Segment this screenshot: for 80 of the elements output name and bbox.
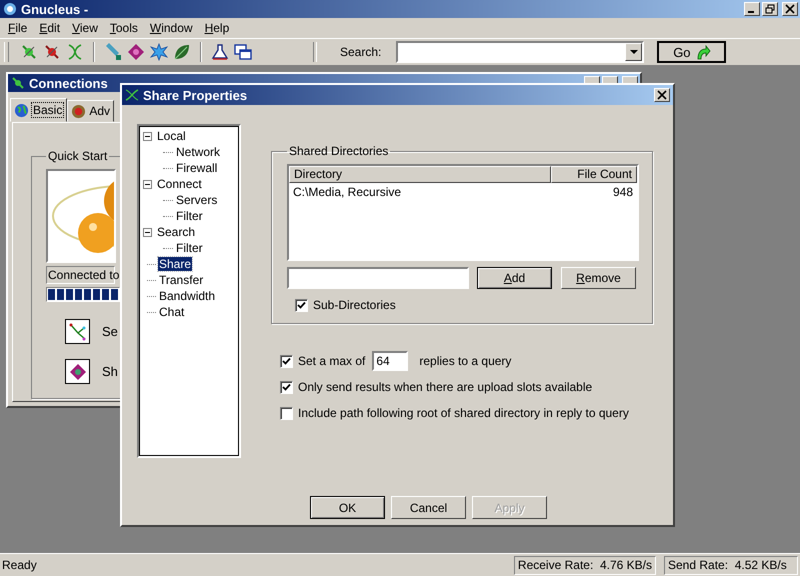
close-button[interactable] (782, 2, 798, 16)
action-label: Sh (102, 364, 118, 379)
menu-item[interactable]: Window (144, 21, 199, 35)
collapse-icon[interactable] (143, 132, 152, 140)
tree-item[interactable]: Bandwidth (158, 289, 216, 303)
crossed-molecule-icon[interactable] (43, 43, 61, 61)
dialog-button[interactable]: OK (310, 496, 385, 519)
checkbox[interactable] (280, 406, 293, 420)
dna-icon (125, 88, 139, 102)
app-icon (3, 2, 17, 16)
column-header[interactable]: File Count (551, 166, 637, 183)
collapse-icon[interactable] (143, 180, 152, 188)
tree-item[interactable]: Search (156, 225, 196, 239)
group-title: Quick Start (47, 149, 108, 163)
flask-icon[interactable] (211, 43, 229, 61)
group-title: Shared Directories (288, 144, 390, 158)
checkbox-label: Include path following root of shared directory in reply to query (298, 406, 629, 420)
checkbox[interactable] (295, 298, 308, 312)
restore-button[interactable] (762, 2, 778, 16)
checkbox[interactable] (280, 354, 293, 368)
tree-item[interactable]: Servers (175, 193, 218, 207)
go-button[interactable]: Go (657, 41, 726, 63)
restore-icon (765, 4, 775, 14)
curved-arrow-icon (694, 44, 711, 60)
dialog-title: Share Properties (143, 88, 248, 102)
molecule-icon (11, 76, 25, 90)
max-replies-field[interactable]: 64 (372, 351, 408, 371)
status-panel: Receive Rate: 4.76 KB/s (514, 556, 656, 574)
tree-item[interactable]: Transfer (158, 273, 204, 287)
menu-item[interactable]: File (2, 21, 34, 35)
target-icon (71, 104, 86, 118)
syringe-icon[interactable] (104, 43, 122, 61)
dropdown-arrow-icon (630, 50, 638, 54)
minimize-button[interactable] (744, 2, 760, 16)
share-action-button[interactable] (65, 359, 90, 384)
gem-icon[interactable] (127, 43, 145, 61)
path-input[interactable] (287, 267, 469, 289)
checkbox[interactable] (280, 380, 293, 394)
status-text: Ready (2, 558, 37, 572)
tab[interactable]: Basic (10, 98, 68, 122)
windows-icon[interactable] (234, 43, 252, 61)
action-label: Se (102, 324, 118, 339)
window-title: Connections (29, 76, 108, 90)
tree-item[interactable]: Network (175, 145, 222, 159)
minimize-icon (748, 11, 754, 13)
directory-cell-text: C:\Media, Recursive (292, 185, 402, 199)
tree-item[interactable]: Firewall (175, 161, 218, 175)
dialog-button[interactable]: Remove (561, 267, 636, 289)
tree-item[interactable]: Connect (156, 177, 203, 191)
status-panel: Send Rate: 4.52 KB/s (664, 556, 798, 574)
close-icon (785, 4, 795, 14)
checkbox-label: Sub-Directories (313, 298, 396, 312)
tree-item[interactable]: Local (156, 129, 187, 143)
close-icon (657, 90, 667, 100)
menu-item[interactable]: View (66, 21, 104, 35)
menu-item[interactable]: Edit (33, 21, 66, 35)
checkbox-label: Only send results when there are upload slots available (298, 380, 592, 394)
file-count-cell-text: 948 (612, 185, 634, 199)
tab[interactable]: Adv (67, 100, 114, 122)
tree-item[interactable]: Filter (175, 241, 204, 255)
menu-item[interactable]: Tools (104, 21, 144, 35)
search-field[interactable] (396, 41, 644, 63)
checkbox-label: replies to a query (419, 354, 512, 368)
search-label: Search: (340, 45, 382, 59)
column-header[interactable]: Directory (289, 166, 551, 183)
globe-icon (14, 102, 29, 118)
window-title: Gnucleus - (21, 2, 88, 16)
tree-item[interactable]: Share (158, 257, 192, 271)
tree-item[interactable]: Chat (158, 305, 186, 319)
collapse-icon[interactable] (143, 228, 152, 236)
checkbox-label: Set a max of (298, 354, 366, 368)
molecule-icon[interactable] (20, 43, 38, 61)
tree-item[interactable]: Filter (175, 209, 204, 223)
close-button[interactable] (654, 88, 670, 102)
splat-icon[interactable] (150, 43, 168, 61)
leaf-icon[interactable] (173, 43, 191, 61)
search-action-button[interactable] (65, 319, 90, 344)
dialog-button[interactable]: Add (477, 267, 552, 289)
menu-item[interactable]: Help (198, 21, 236, 35)
dialog-button[interactable]: Cancel (391, 496, 466, 519)
